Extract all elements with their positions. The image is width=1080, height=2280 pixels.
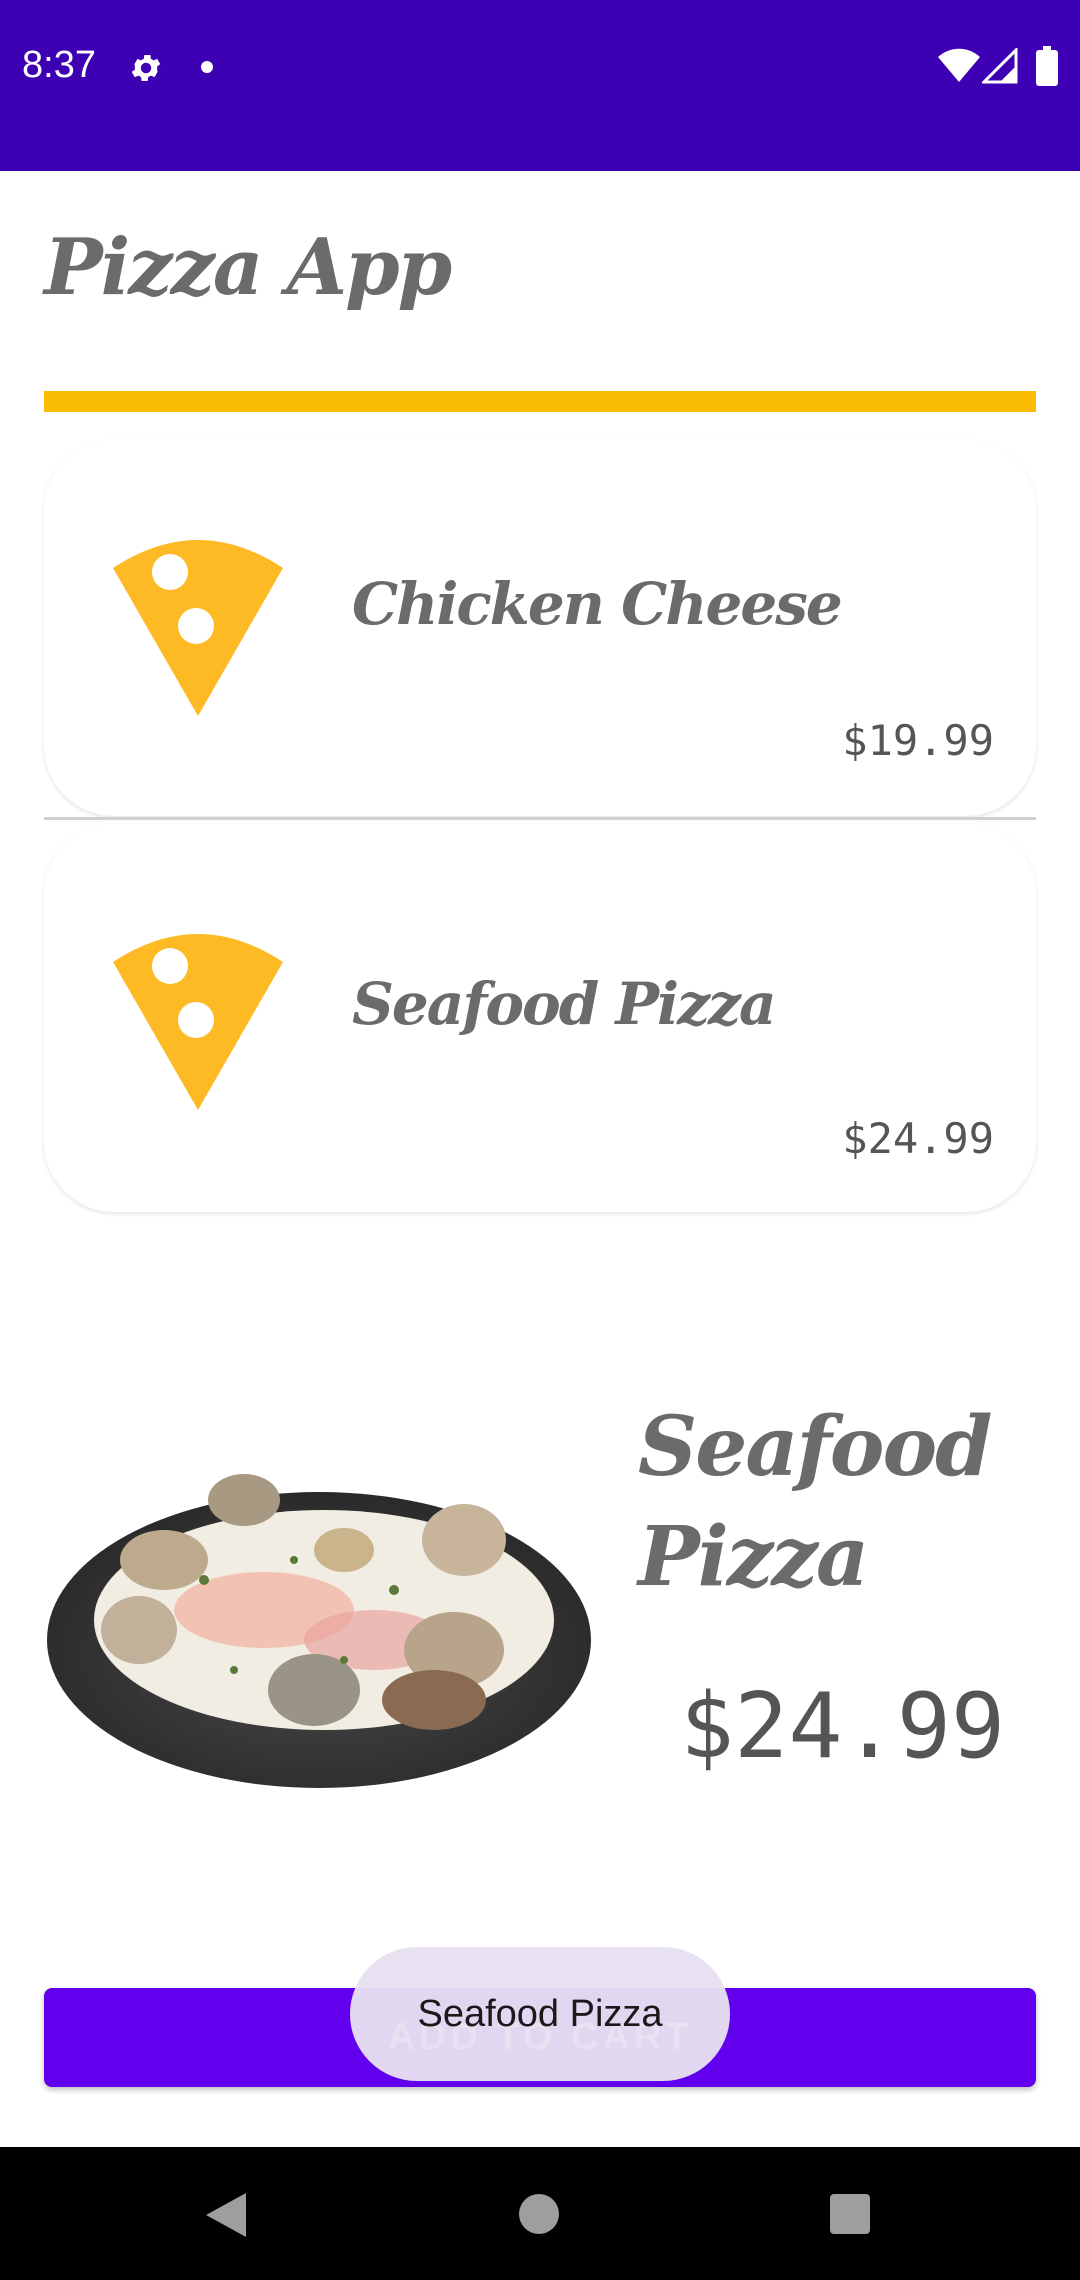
pizza-slice-icon bbox=[113, 540, 283, 716]
detail-pizza-name: Seafood Pizza bbox=[638, 1399, 993, 1605]
pizza-name: Seafood Pizza bbox=[352, 970, 777, 1038]
title-underline bbox=[44, 391, 1036, 412]
seafood-pizza-image bbox=[47, 1474, 591, 1788]
pizza-card-seafood-pizza[interactable]: Seafood Pizza $24.99 bbox=[44, 824, 1036, 1212]
pizza-price: $19.99 bbox=[842, 716, 994, 765]
status-bar: 8:37 bbox=[0, 0, 1080, 171]
back-icon[interactable] bbox=[206, 2193, 246, 2237]
home-icon[interactable] bbox=[519, 2194, 559, 2234]
pizza-slice-icon bbox=[113, 934, 283, 1110]
wifi-icon bbox=[938, 48, 980, 82]
signal-icon bbox=[982, 48, 1018, 84]
list-divider bbox=[44, 817, 1036, 820]
pizza-card-chicken-cheese[interactable]: Chicken Cheese $19.99 bbox=[44, 440, 1036, 816]
page-title: Pizza App bbox=[44, 222, 452, 313]
gear-icon bbox=[131, 54, 161, 82]
pizza-name: Chicken Cheese bbox=[352, 570, 843, 638]
detail-pizza-price: $24.99 bbox=[680, 1674, 1006, 1779]
navigation-bar bbox=[0, 2147, 1080, 2280]
battery-icon bbox=[1036, 46, 1058, 86]
status-time: 8:37 bbox=[22, 44, 96, 86]
toast-message: Seafood Pizza bbox=[350, 1947, 730, 2081]
notification-dot-icon bbox=[201, 61, 213, 73]
pizza-price: $24.99 bbox=[842, 1114, 994, 1163]
recents-icon[interactable] bbox=[830, 2194, 870, 2234]
